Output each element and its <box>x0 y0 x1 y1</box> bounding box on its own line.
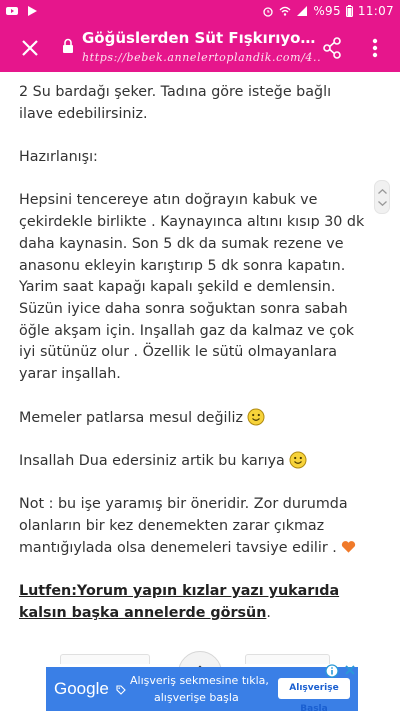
request-period: . <box>266 604 271 621</box>
page-title: Göğüslerden Süt Fışkırıyor (Sü... <box>82 29 322 47</box>
battery-icon <box>345 5 353 17</box>
clock: 11:07 <box>357 4 394 18</box>
fast-scroll-handle[interactable] <box>374 180 390 214</box>
preparation-text: Hepsini tencereye atın doğrayın kabuk ve… <box>19 192 365 383</box>
alarm-icon <box>263 7 273 17</box>
ad-banner[interactable]: Google Alışveriş sekmesine tıkla, alışve… <box>46 667 358 711</box>
ad-text-line1: Alışveriş sekmesine tıkla, <box>130 674 269 687</box>
article-content: 2 Su bardağı şeker. Tadına göre isteğe b… <box>0 72 400 711</box>
peek-card <box>245 654 330 664</box>
request-line: Lutfen:Yorum yapın kızlar yazı yukarıda … <box>19 581 369 624</box>
youtube-icon <box>6 7 18 15</box>
more-vert-icon[interactable] <box>372 36 378 60</box>
scroll-up-icon <box>378 189 387 194</box>
note-text: Not : bu işe yaramış bir öneridir. Zor d… <box>19 496 348 556</box>
ad-info-icon[interactable] <box>325 664 339 678</box>
lock-icon <box>63 38 73 53</box>
tag-icon <box>116 685 126 695</box>
share-icon[interactable] <box>322 37 342 59</box>
page-url[interactable]: https://bebek.annelertoplandik.com/4... <box>82 51 322 64</box>
pray-line: Insallah Dua edersiniz artik bu karıya <box>19 451 369 473</box>
ad-text-line2: alışverişe başla <box>154 691 239 704</box>
warning-line: Memeler patlarsa mesul değiliz <box>19 408 369 430</box>
smiley-emoji-icon <box>247 408 265 425</box>
note-line: Not : bu işe yaramış bir öneridir. Zor d… <box>19 494 369 559</box>
ad-close-icon[interactable] <box>344 664 356 676</box>
status-bar: %95 11:07 <box>0 0 400 24</box>
peek-card <box>60 654 150 664</box>
custom-tab-toolbar: Göğüslerden Süt Fışkırıyor (Sü... https:… <box>0 24 400 72</box>
ingredient-text: 2 Su bardağı şeker. Tadına göre isteğe b… <box>19 84 332 122</box>
heart-emoji-icon <box>341 540 355 553</box>
hd-wifi-icon <box>279 6 291 16</box>
ad-brand: Google <box>54 679 109 698</box>
close-icon[interactable] <box>18 36 42 60</box>
battery-level: %95 <box>313 4 341 18</box>
article-body: 2 Su bardağı şeker. Tadına göre isteğe b… <box>19 82 369 646</box>
smiley-emoji-icon <box>289 451 307 469</box>
play-store-icon <box>28 6 37 16</box>
scroll-down-icon <box>378 201 387 206</box>
warning-text: Memeler patlarsa mesul değiliz <box>19 409 243 426</box>
ad-cta-button[interactable]: Alışverişe Başla <box>278 678 350 711</box>
request-text: Lutfen:Yorum yapın kızlar yazı yukarıda … <box>19 583 340 621</box>
signal-icon <box>297 6 308 16</box>
pray-text: Insallah Dua edersiniz artik bu karıya <box>19 452 285 469</box>
preparation-heading: Hazırlanışı: <box>19 149 98 166</box>
